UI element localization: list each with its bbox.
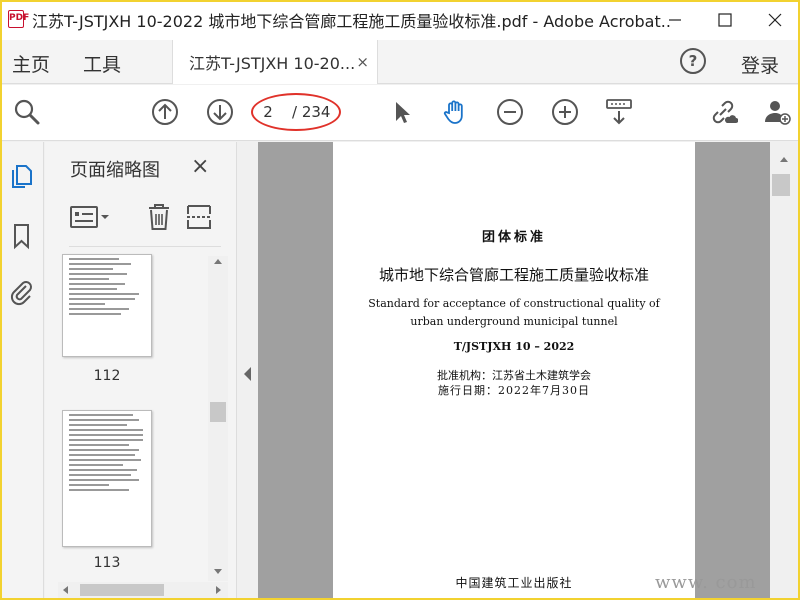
previous-page-icon[interactable] bbox=[150, 97, 180, 127]
add-user-icon[interactable] bbox=[762, 97, 792, 127]
select-cursor-icon[interactable] bbox=[387, 97, 417, 127]
title-bar: PDF 江苏T-JSTJXH 10-2022 城市地下综合管廊工程施工质量验收标… bbox=[0, 0, 800, 40]
help-button[interactable]: ? bbox=[680, 48, 706, 74]
annotation-highlight-oval bbox=[251, 93, 341, 131]
hand-tool-icon[interactable] bbox=[440, 97, 470, 127]
zoom-in-icon[interactable] bbox=[550, 97, 580, 127]
document-scroll-thumb[interactable] bbox=[772, 174, 790, 196]
doc-effective-date: 施行日期：2022年7月30日 bbox=[438, 384, 590, 397]
thumbnail-hscroll-thumb[interactable] bbox=[80, 584, 164, 596]
next-page-icon[interactable] bbox=[205, 97, 235, 127]
panel-title: 页面缩略图 bbox=[70, 160, 160, 181]
site-watermark: www. com bbox=[655, 572, 757, 593]
panel-divider bbox=[69, 246, 221, 247]
pdf-page: 团体标准 城市地下综合管廊工程施工质量验收标准 Standard for acc… bbox=[333, 142, 695, 600]
scroll-up-arrow-icon[interactable] bbox=[213, 256, 223, 266]
page-thumbnails-icon[interactable] bbox=[8, 162, 36, 190]
scrolling-mode-icon[interactable] bbox=[604, 97, 634, 127]
doc-standard-code: T/JSTJXH 10 – 2022 bbox=[453, 340, 575, 353]
doc-publisher: 中国建筑工业出版社 bbox=[455, 576, 573, 590]
close-icon bbox=[768, 13, 782, 27]
acrobat-app-icon[interactable]: PDF bbox=[6, 8, 30, 32]
thumbnail-label-112: 112 bbox=[93, 368, 121, 384]
thumbnail-horizontal-scrollbar[interactable] bbox=[58, 582, 228, 598]
window-title: 江苏T-JSTJXH 10-2022 城市地下综合管廊工程施工质量验收标准.pd… bbox=[32, 12, 672, 31]
minimize-icon bbox=[669, 19, 681, 21]
menu-tools[interactable]: 工具 bbox=[83, 50, 121, 77]
thumbnail-scroll-thumb[interactable] bbox=[210, 402, 226, 422]
thumbnail-vertical-scrollbar[interactable] bbox=[208, 256, 228, 581]
thumbnail-page-112[interactable] bbox=[62, 254, 152, 357]
delete-page-icon[interactable] bbox=[145, 202, 173, 232]
maximize-icon bbox=[718, 13, 732, 27]
bookmarks-icon[interactable] bbox=[8, 222, 36, 250]
left-navigation-rail bbox=[0, 142, 44, 600]
scroll-left-arrow-icon[interactable] bbox=[60, 585, 70, 595]
panel-toolbar bbox=[69, 200, 219, 234]
document-vertical-scrollbar[interactable] bbox=[770, 142, 798, 600]
scroll-down-arrow-icon[interactable] bbox=[213, 567, 223, 577]
close-window-button[interactable] bbox=[750, 0, 800, 40]
panel-close-button[interactable]: × bbox=[191, 154, 209, 179]
share-link-icon[interactable] bbox=[708, 97, 738, 127]
extract-page-icon[interactable] bbox=[185, 202, 213, 232]
login-button[interactable]: 登录 bbox=[741, 51, 779, 78]
doc-title-cn: 城市地下综合管廊工程施工质量验收标准 bbox=[378, 266, 649, 284]
thumbnail-text-lines bbox=[63, 414, 151, 491]
tab-close-button[interactable]: × bbox=[356, 53, 369, 71]
doc-title-en-line1: Standard for acceptance of constructiona… bbox=[368, 297, 660, 310]
doc-approval-body: 批准机构：江苏省土木建筑学会 bbox=[437, 369, 591, 382]
document-tab-label: 江苏T-JSTJXH 10-20... bbox=[189, 54, 356, 73]
search-zoom-icon[interactable] bbox=[12, 97, 42, 127]
scroll-right-arrow-icon[interactable] bbox=[214, 585, 224, 595]
attachments-icon[interactable] bbox=[8, 278, 36, 306]
document-tab[interactable]: 江苏T-JSTJXH 10-20... × bbox=[172, 40, 378, 84]
collapse-panel-arrow-icon[interactable] bbox=[241, 364, 255, 384]
minimize-button[interactable] bbox=[650, 0, 700, 40]
zoom-out-icon[interactable] bbox=[495, 97, 525, 127]
thumbnail-label-113: 113 bbox=[93, 555, 121, 571]
thumbnail-text-lines bbox=[63, 258, 151, 315]
menu-home[interactable]: 主页 bbox=[12, 50, 50, 77]
doc-scroll-up-arrow-icon[interactable] bbox=[779, 154, 789, 164]
doc-category: 团体标准 bbox=[481, 230, 546, 245]
thumbnail-options-icon[interactable] bbox=[69, 204, 109, 230]
thumbnail-page-113[interactable] bbox=[62, 410, 152, 547]
maximize-button[interactable] bbox=[700, 0, 750, 40]
doc-title-en-line2: urban underground municipal tunnel bbox=[410, 315, 618, 328]
